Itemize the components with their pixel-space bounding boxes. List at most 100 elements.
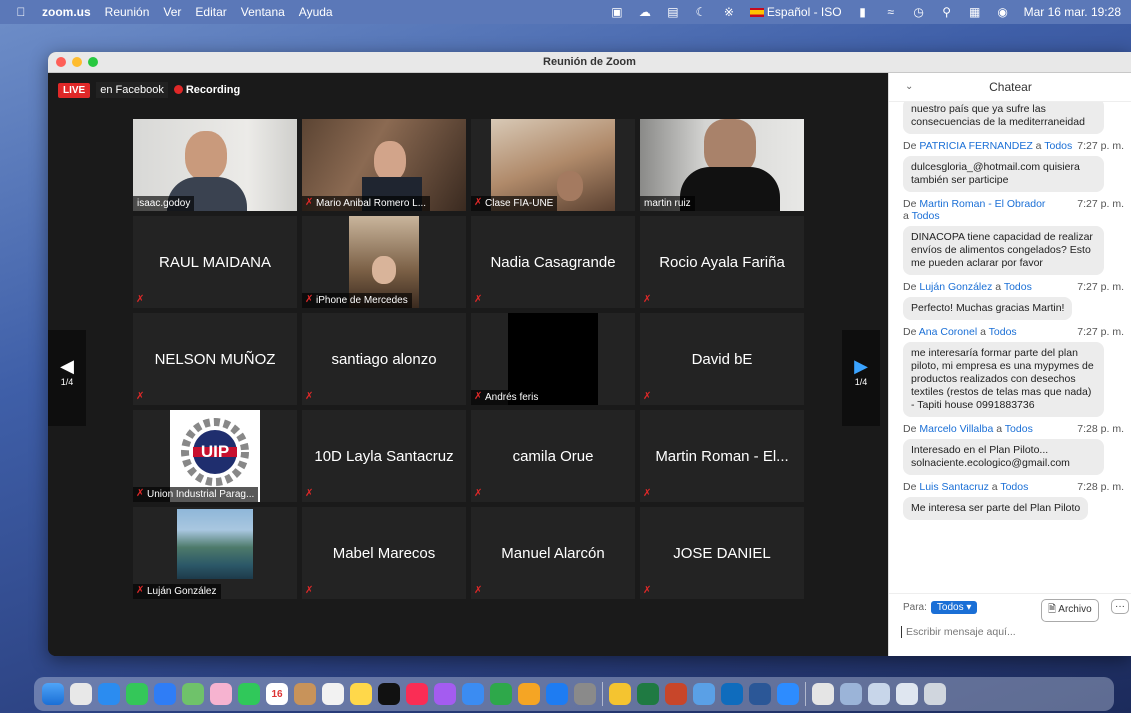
zoom-icon[interactable] <box>777 683 799 705</box>
minimize-window-button[interactable] <box>72 57 82 67</box>
chevron-down-icon[interactable]: ⌄ <box>905 73 913 101</box>
sender-name[interactable]: Marcelo Villalba <box>919 423 993 435</box>
trash-icon[interactable] <box>924 683 946 705</box>
chat-message-input[interactable]: Escribir mensaje aquí... <box>901 626 1016 638</box>
music-icon[interactable] <box>406 683 428 705</box>
video-tile[interactable]: UIP Union Industrial Parag... ✗ <box>133 410 297 502</box>
video-tile[interactable]: Mario Anibal Romero L... ✗ <box>302 119 466 211</box>
more-options-button[interactable]: ··· <box>1111 599 1129 614</box>
video-tile[interactable]: Martin Roman - El... ✗ <box>640 410 804 502</box>
launchpad-icon[interactable] <box>70 683 92 705</box>
facetime-icon[interactable] <box>238 683 260 705</box>
recipient-name[interactable]: Todos <box>912 210 940 222</box>
contacts-icon[interactable] <box>294 683 316 705</box>
sender-name[interactable]: Martin Roman - El Obrador <box>919 198 1045 210</box>
word-icon[interactable] <box>749 683 771 705</box>
photos-icon[interactable] <box>210 683 232 705</box>
cloud-icon[interactable]: ☁ <box>638 5 652 19</box>
document-icon[interactable] <box>812 683 834 705</box>
remote-desktop-icon[interactable] <box>693 683 715 705</box>
sender-name[interactable]: PATRICIA FERNANDEZ <box>919 140 1032 152</box>
video-tile[interactable]: santiago alonzo ✗ <box>302 313 466 405</box>
control-center-icon[interactable]: ▦ <box>968 5 982 19</box>
video-tile[interactable]: Manuel Alarcón ✗ <box>471 507 635 599</box>
notes-icon[interactable] <box>350 683 372 705</box>
screenshot-thumbnail-icon[interactable] <box>868 683 890 705</box>
de-label: De <box>903 198 917 210</box>
app-store-icon[interactable] <box>546 683 568 705</box>
safari-icon[interactable] <box>98 683 120 705</box>
bluetooth-icon[interactable]: ※ <box>722 5 736 19</box>
system-preferences-icon[interactable] <box>574 683 596 705</box>
maps-icon[interactable] <box>182 683 204 705</box>
chat-messages[interactable]: nuestro país que ya sufre las consecuenc… <box>889 102 1131 592</box>
recording-indicator[interactable]: Recording <box>173 84 240 96</box>
recipient-name[interactable]: Todos <box>1044 140 1072 152</box>
live-badge[interactable]: LIVE <box>58 82 91 98</box>
menu-app-name[interactable]: zoom.us <box>42 5 91 19</box>
sender-name[interactable]: Luján González <box>919 281 992 293</box>
screen-mirror-icon[interactable]: ▤ <box>666 5 680 19</box>
sender-name[interactable]: Luis Santacruz <box>919 481 988 493</box>
finder-icon[interactable] <box>42 683 64 705</box>
video-tile[interactable]: isaac.godoy <box>133 119 297 211</box>
menu-ventana[interactable]: Ventana <box>241 5 285 19</box>
video-tile[interactable]: martin ruiz <box>640 119 804 211</box>
video-tile[interactable]: Clase FIA-UNE ✗ <box>471 119 635 211</box>
video-tile[interactable]: Luján González ✗ <box>133 507 297 599</box>
menu-editar[interactable]: Editar <box>195 5 226 19</box>
wifi-icon[interactable]: ≈ <box>884 5 898 19</box>
pages-icon[interactable] <box>518 683 540 705</box>
zoom-window-button[interactable] <box>88 57 98 67</box>
tv-icon[interactable] <box>378 683 400 705</box>
video-tile[interactable]: 10D Layla Santacruz ✗ <box>302 410 466 502</box>
outlook-icon[interactable] <box>721 683 743 705</box>
podcasts-icon[interactable] <box>434 683 456 705</box>
recipient-name[interactable]: Todos <box>1005 423 1033 435</box>
battery-icon[interactable]: ▮ <box>856 5 870 19</box>
downloads-icon[interactable] <box>840 683 862 705</box>
menu-reunion[interactable]: Reunión <box>105 5 150 19</box>
mail-icon[interactable] <box>154 683 176 705</box>
calendar-icon[interactable]: 16 <box>266 683 288 705</box>
moon-icon[interactable]: ☾ <box>694 5 708 19</box>
close-window-button[interactable] <box>56 57 66 67</box>
video-tile[interactable]: Mabel Marecos ✗ <box>302 507 466 599</box>
spotlight-search-icon[interactable]: ⚲ <box>940 5 954 19</box>
chat-message: De PATRICIA FERNANDEZ a Todos 7:27 p. m. … <box>889 140 1131 192</box>
clock-icon[interactable]: ◷ <box>912 5 926 19</box>
video-tile[interactable]: David bE ✗ <box>640 313 804 405</box>
apple-icon[interactable]:  <box>14 5 28 19</box>
sender-name[interactable]: Ana Coronel <box>919 326 977 338</box>
video-tile[interactable]: NELSON MUÑOZ ✗ <box>133 313 297 405</box>
file-button[interactable]: 🗎 Archivo <box>1041 599 1099 622</box>
keynote-icon[interactable] <box>462 683 484 705</box>
siri-icon[interactable]: ◉ <box>996 5 1010 19</box>
messages-icon[interactable] <box>126 683 148 705</box>
menu-clock[interactable]: Mar 16 mar. 19:28 <box>1024 5 1121 19</box>
excel-icon[interactable] <box>637 683 659 705</box>
video-tile[interactable]: JOSE DANIEL ✗ <box>640 507 804 599</box>
numbers-icon[interactable] <box>490 683 512 705</box>
recipient-name[interactable]: Todos <box>989 326 1017 338</box>
menu-ver[interactable]: Ver <box>163 5 181 19</box>
video-tile[interactable]: camila Orue ✗ <box>471 410 635 502</box>
video-tile[interactable]: Nadia Casagrande ✗ <box>471 216 635 308</box>
recipient-name[interactable]: Todos <box>1004 281 1032 293</box>
video-tile[interactable]: RAUL MAIDANA ✗ <box>133 216 297 308</box>
recipient-name[interactable]: Todos <box>1000 481 1028 493</box>
a-label: a <box>980 326 986 338</box>
video-tile[interactable]: Rocio Ayala Fariña ✗ <box>640 216 804 308</box>
zoom-status-icon[interactable]: ▣ <box>610 5 624 19</box>
recipient-dropdown[interactable]: Todos ▾ <box>930 601 978 614</box>
reminders-icon[interactable] <box>322 683 344 705</box>
powerpoint-icon[interactable] <box>665 683 687 705</box>
chrome-icon[interactable] <box>609 683 631 705</box>
window-thumbnail-icon[interactable] <box>896 683 918 705</box>
menu-ayuda[interactable]: Ayuda <box>299 5 333 19</box>
previous-page-button[interactable]: ◀ 1/4 <box>48 330 86 426</box>
input-source[interactable]: Español - ISO <box>749 5 842 19</box>
next-page-button[interactable]: ▶ 1/4 <box>842 330 880 426</box>
video-tile[interactable]: Andrés feris ✗ <box>471 313 635 405</box>
video-tile[interactable]: iPhone de Mercedes ✗ <box>302 216 466 308</box>
